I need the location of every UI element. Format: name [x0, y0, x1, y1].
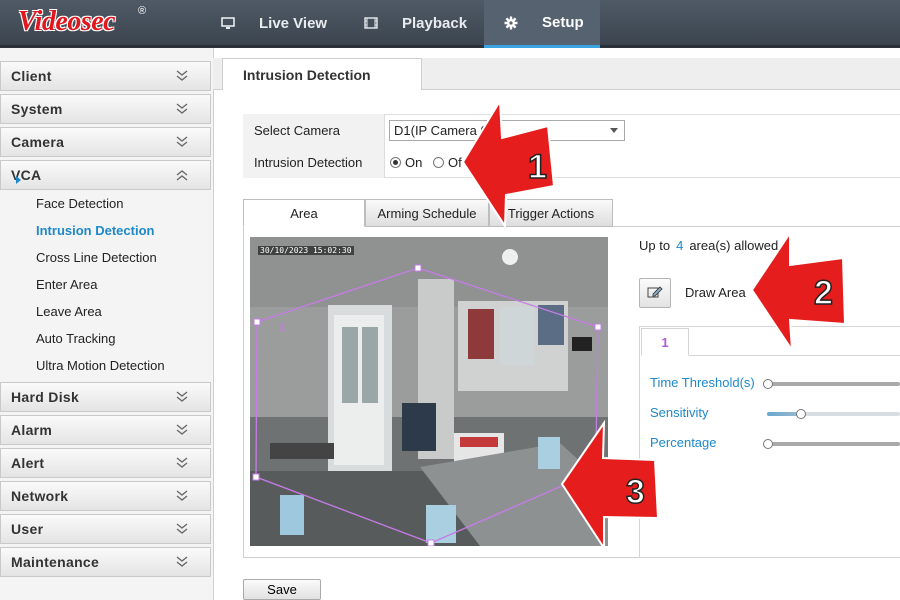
sidebar-section-label: Hard Disk — [11, 389, 80, 405]
sidebar-section-label: Client — [11, 68, 52, 84]
sidebar-item-face-detection[interactable]: Face Detection — [36, 196, 123, 211]
sidebar-item-enter-area[interactable]: Enter Area — [36, 277, 97, 292]
intrusion-on-radio[interactable] — [390, 157, 401, 168]
chevron-down-icon — [176, 424, 188, 439]
time-threshold-label: Time Threshold(s) — [650, 375, 755, 390]
top-navigation-bar: Videosec ® Live View Playback Setup — [0, 0, 900, 48]
area-tab-1[interactable]: 1 — [641, 328, 689, 356]
intrusion-on-label: On — [405, 155, 423, 170]
chevron-down-icon — [176, 490, 188, 505]
sidebar-item-ultra-motion-detection[interactable]: Ultra Motion Detection — [36, 358, 165, 373]
intrusion-detection-label: Intrusion Detection — [254, 155, 363, 170]
camera-video-feed[interactable] — [250, 237, 608, 546]
active-item-arrow-icon — [16, 176, 21, 184]
camera-select-value: D1(IP Camera 0 — [394, 123, 488, 138]
sidebar-section-alarm[interactable]: Alarm — [0, 415, 211, 445]
tab-arming-schedule[interactable]: Arming Schedule — [365, 199, 489, 227]
sidebar-section-system[interactable]: System — [0, 94, 211, 124]
chevron-down-icon — [176, 391, 188, 406]
detection-zone-overlay[interactable] — [250, 237, 608, 546]
registered-mark: ® — [138, 5, 147, 17]
sensitivity-slider-fill — [767, 412, 801, 416]
draw-area-label: Draw Area — [685, 285, 746, 300]
nav-setup[interactable]: Setup — [484, 0, 600, 48]
chevron-down-icon — [176, 523, 188, 538]
sidebar-section-hard-disk[interactable]: Hard Disk — [0, 382, 211, 412]
sidebar-item-intrusion-detection[interactable]: Intrusion Detection — [36, 223, 154, 238]
zone-label: 1 — [279, 322, 285, 334]
zone-number: 1 — [279, 322, 286, 334]
chevron-down-icon — [176, 457, 188, 472]
intrusion-off-label: Of — [448, 155, 462, 170]
tab-trigger-actions[interactable]: Trigger Actions — [489, 199, 613, 227]
gear-icon — [504, 16, 518, 30]
sidebar-section-label: Alarm — [11, 422, 53, 438]
pencil-icon — [647, 285, 663, 302]
sidebar-section-camera[interactable]: Camera — [0, 127, 211, 157]
sidebar-section-label: Camera — [11, 134, 65, 150]
area-tab-line — [689, 355, 900, 356]
nav-playback-label: Playback — [402, 14, 468, 32]
percentage-slider-track[interactable] — [767, 442, 900, 446]
sidebar-section-label: Maintenance — [11, 554, 100, 570]
nav-setup-label: Setup — [542, 14, 584, 31]
sidebar-section-user[interactable]: User — [0, 514, 211, 544]
area-allowed-count: 4 — [676, 238, 684, 253]
monitor-icon — [221, 16, 235, 30]
sidebar-section-label: Alert — [11, 455, 45, 471]
sidebar-section-maintenance[interactable]: Maintenance — [0, 547, 211, 577]
sidebar-section-label: Network — [11, 488, 69, 504]
save-button[interactable]: Save — [243, 579, 321, 600]
intrusion-off-radio[interactable] — [433, 157, 444, 168]
camera-select[interactable]: D1(IP Camera 0 — [389, 120, 625, 141]
sidebar-section-network[interactable]: Network — [0, 481, 211, 511]
percentage-label: Percentage — [650, 435, 717, 450]
nav-live-view[interactable]: Live View — [221, 0, 327, 46]
sidebar-item-leave-area[interactable]: Leave Area — [36, 304, 102, 319]
sidebar-section-label: System — [11, 101, 63, 117]
sidebar-section-vca[interactable]: VCA — [0, 160, 211, 190]
nav-live-view-label: Live View — [259, 14, 328, 32]
sidebar-section-alert[interactable]: Alert — [0, 448, 211, 478]
time-threshold-slider-handle[interactable] — [763, 379, 773, 389]
sidebar-section-client[interactable]: Client — [0, 61, 211, 91]
percentage-slider-handle[interactable] — [763, 439, 773, 449]
chevron-down-icon — [176, 70, 188, 85]
sidebar-section-label: User — [11, 521, 44, 537]
chevron-down-icon — [176, 556, 188, 571]
nav-playback[interactable]: Playback — [364, 0, 467, 46]
sensitivity-label: Sensitivity — [650, 405, 709, 420]
chevron-down-icon — [176, 103, 188, 118]
sidebar-item-cross-line-detection[interactable]: Cross Line Detection — [36, 250, 157, 265]
chevron-up-icon — [176, 169, 188, 184]
dropdown-arrow-icon — [610, 128, 618, 133]
clear-label-fragment: r — [830, 285, 835, 300]
area-allowed-info: Up to 4 area(s) allowed — [639, 238, 778, 253]
sidebar-item-auto-tracking[interactable]: Auto Tracking — [36, 331, 116, 346]
tab-intrusion-detection[interactable]: Intrusion Detection — [222, 58, 422, 90]
area-allowed-prefix: Up to — [639, 238, 671, 253]
draw-area-button[interactable] — [639, 278, 671, 308]
area-allowed-suffix: area(s) allowed — [689, 238, 779, 253]
chevron-down-icon — [176, 136, 188, 151]
time-threshold-slider-track[interactable] — [767, 382, 900, 386]
select-camera-label: Select Camera — [254, 123, 340, 138]
video-timestamp: 30/10/2023 15:02:30 — [258, 246, 354, 255]
film-icon — [364, 17, 378, 29]
tab-area[interactable]: Area — [243, 199, 365, 227]
brand-logo: Videosec — [18, 6, 116, 37]
